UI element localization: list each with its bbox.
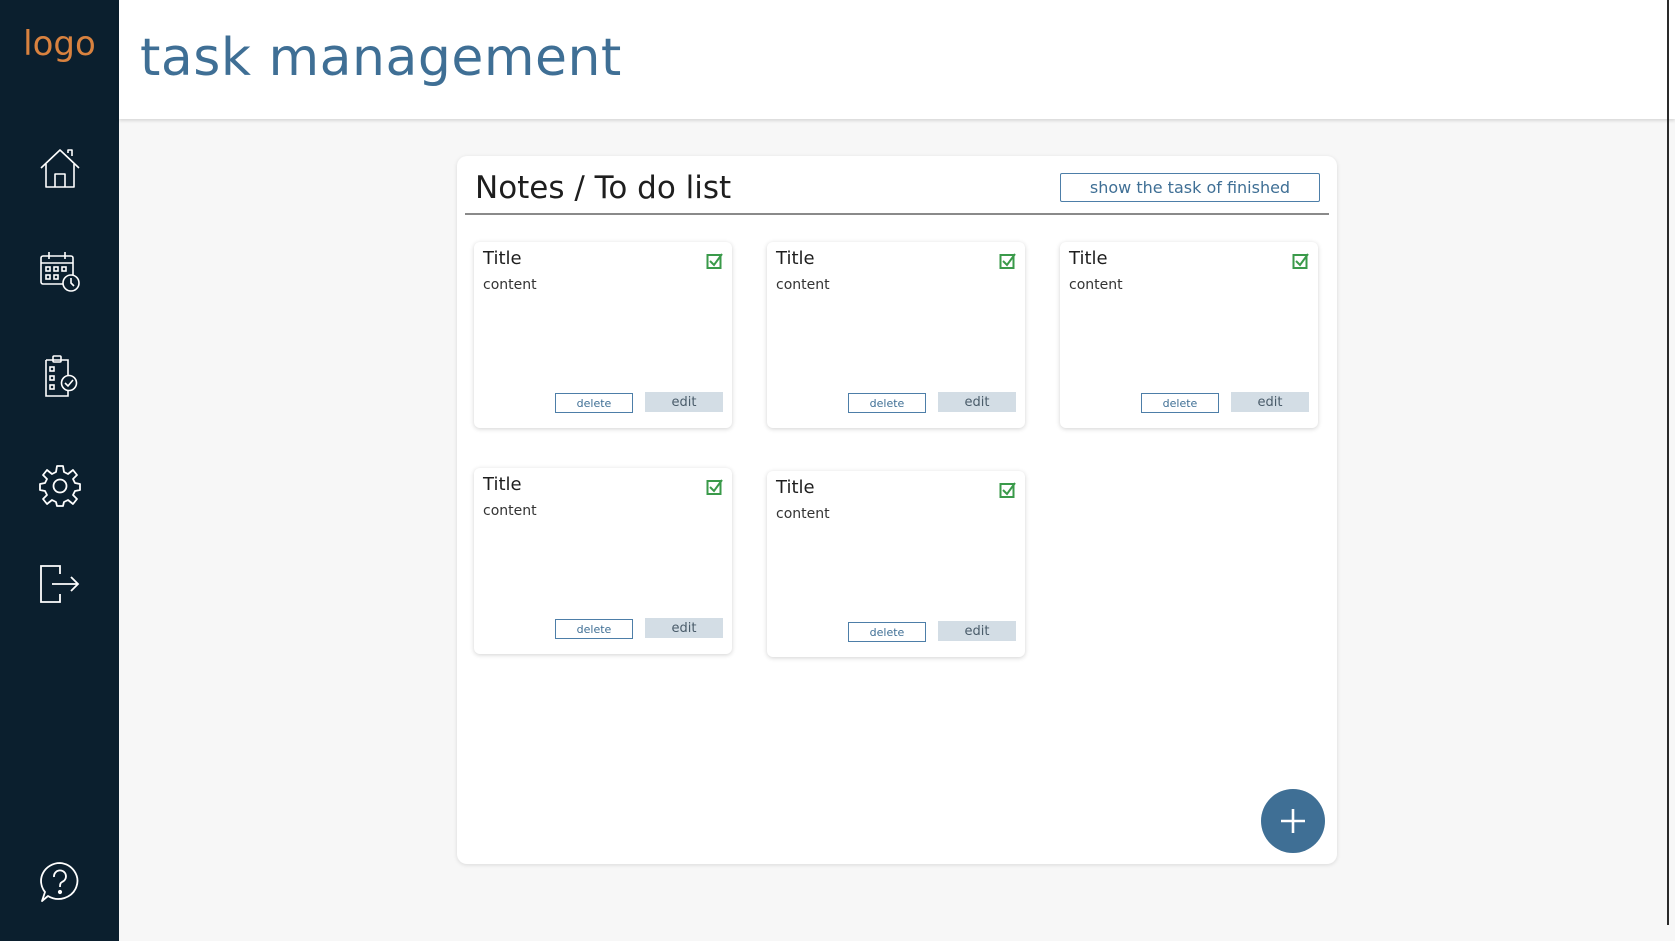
note-content: content [776,506,830,522]
logo[interactable]: logo [0,24,119,64]
note-card: Title content delete edit [474,242,732,428]
delete-button[interactable]: delete [555,619,633,639]
delete-button[interactable]: delete [848,393,926,413]
note-content: content [483,503,537,519]
notes-panel: Notes / To do list show the task of fini… [457,156,1337,864]
add-note-button[interactable] [1261,789,1325,853]
note-title: Title [1069,248,1108,269]
scrollbar[interactable] [1667,0,1669,925]
edit-button[interactable]: edit [645,618,723,638]
delete-button[interactable]: delete [848,622,926,642]
show-finished-button[interactable]: show the task of finished [1060,173,1320,202]
home-icon[interactable] [38,146,82,190]
checkbox-checked-icon[interactable] [999,252,1017,270]
note-card: Title content delete edit [767,242,1025,428]
edit-button[interactable]: edit [1231,392,1309,412]
checkbox-checked-icon[interactable] [1292,252,1310,270]
note-card: Title content delete edit [474,468,732,654]
note-title: Title [483,474,522,495]
page-title: task management [140,28,622,88]
gear-icon[interactable] [38,463,82,507]
edit-button[interactable]: edit [938,621,1016,641]
help-icon[interactable] [38,860,82,904]
logout-icon[interactable] [38,562,82,606]
edit-button[interactable]: edit [938,392,1016,412]
note-content: content [1069,277,1123,293]
note-title: Title [776,248,815,269]
divider [465,213,1329,215]
header: task management [119,0,1675,119]
checkbox-checked-icon[interactable] [999,481,1017,499]
plus-icon [1281,809,1305,833]
edit-button[interactable]: edit [645,392,723,412]
note-title: Title [776,477,815,498]
calendar-clock-icon[interactable] [38,250,82,294]
clipboard-check-icon[interactable] [38,354,82,398]
delete-button[interactable]: delete [1141,393,1219,413]
panel-title: Notes / To do list [475,170,732,206]
sidebar: logo [0,0,119,941]
note-content: content [776,277,830,293]
note-title: Title [483,248,522,269]
delete-button[interactable]: delete [555,393,633,413]
checkbox-checked-icon[interactable] [706,478,724,496]
checkbox-checked-icon[interactable] [706,252,724,270]
note-content: content [483,277,537,293]
note-card: Title content delete edit [1060,242,1318,428]
note-card: Title content delete edit [767,471,1025,657]
